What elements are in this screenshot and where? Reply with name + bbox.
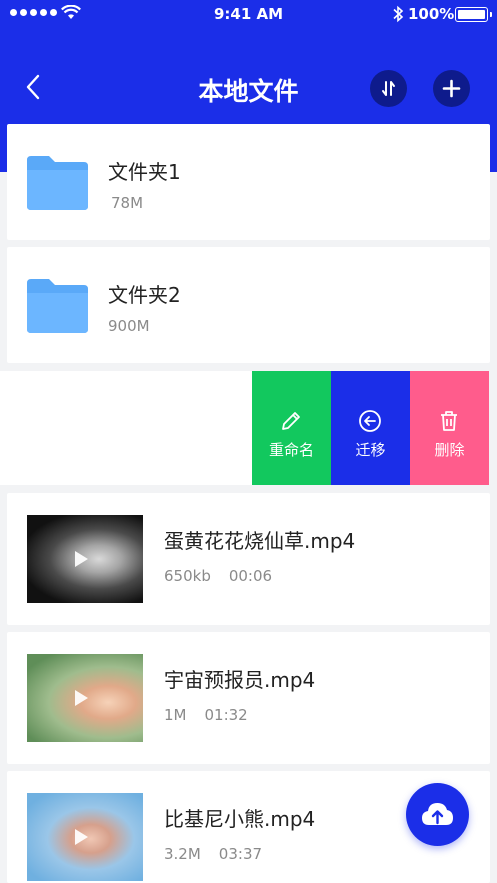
video-size: 1M xyxy=(164,706,187,724)
video-duration: 01:32 xyxy=(204,706,248,724)
add-button[interactable] xyxy=(433,70,470,107)
trash-icon xyxy=(441,411,457,431)
battery-icon xyxy=(455,7,492,22)
page-title: 本地文件 xyxy=(198,77,299,106)
delete-button[interactable]: 删除 xyxy=(410,371,489,485)
bluetooth-icon xyxy=(393,5,404,23)
battery-percentage: 100% xyxy=(408,5,455,23)
video-size: 650kb xyxy=(164,567,211,585)
video-duration: 03:37 xyxy=(218,845,263,863)
move-button[interactable]: 迁移 xyxy=(331,371,410,485)
play-icon xyxy=(75,690,88,706)
folder-size: 900M xyxy=(108,317,150,335)
video-item[interactable]: 宇宙预报员.mp4 1M 01:32 xyxy=(7,632,490,764)
cloud-upload-icon xyxy=(422,803,453,825)
folder-name: 文件夹2 xyxy=(108,283,181,307)
upload-button[interactable] xyxy=(406,783,469,846)
video-duration: 00:06 xyxy=(228,567,273,585)
status-bar: 9:41 AM 100% xyxy=(0,0,497,30)
video-item[interactable]: 蛋黄花花烧仙草.mp4 650kb 00:06 xyxy=(7,493,490,625)
video-name: 宇宙预报员.mp4 xyxy=(164,668,316,692)
play-icon xyxy=(75,829,88,845)
video-meta: 650kb 00:06 xyxy=(164,567,272,585)
video-name: 蛋黄花花烧仙草.mp4 xyxy=(164,529,356,553)
video-meta: 1M 01:32 xyxy=(164,706,248,724)
sort-arrows-icon xyxy=(382,81,395,96)
navigation-bar: 本地文件 xyxy=(0,62,497,114)
video-thumbnail xyxy=(27,654,143,742)
rename-label: 重命名 xyxy=(268,441,314,459)
play-icon xyxy=(75,551,88,567)
video-thumbnail xyxy=(27,793,143,881)
folder-icon xyxy=(27,279,88,333)
swiped-list-item: 重命名 迁移 删除 xyxy=(0,371,490,485)
arrow-left-circle-icon xyxy=(359,410,381,432)
folder-name: 文件夹1 xyxy=(108,160,181,184)
delete-label: 删除 xyxy=(434,441,465,459)
rename-button[interactable]: 重命名 xyxy=(252,371,331,485)
video-name: 比基尼小熊.mp4 xyxy=(164,807,316,831)
plus-icon xyxy=(442,79,461,98)
folder-item[interactable]: 文件夹1 78M xyxy=(7,124,490,240)
pencil-icon xyxy=(282,412,300,430)
move-label: 迁移 xyxy=(355,441,386,459)
sort-button[interactable] xyxy=(370,70,407,107)
video-meta: 3.2M 03:37 xyxy=(164,845,262,863)
video-thumbnail xyxy=(27,515,143,603)
folder-icon xyxy=(27,156,88,210)
folder-size: 78M xyxy=(111,194,144,212)
folder-item[interactable]: 文件夹2 900M xyxy=(7,247,490,363)
swiped-item-content[interactable] xyxy=(0,371,252,485)
video-size: 3.2M xyxy=(164,845,201,863)
